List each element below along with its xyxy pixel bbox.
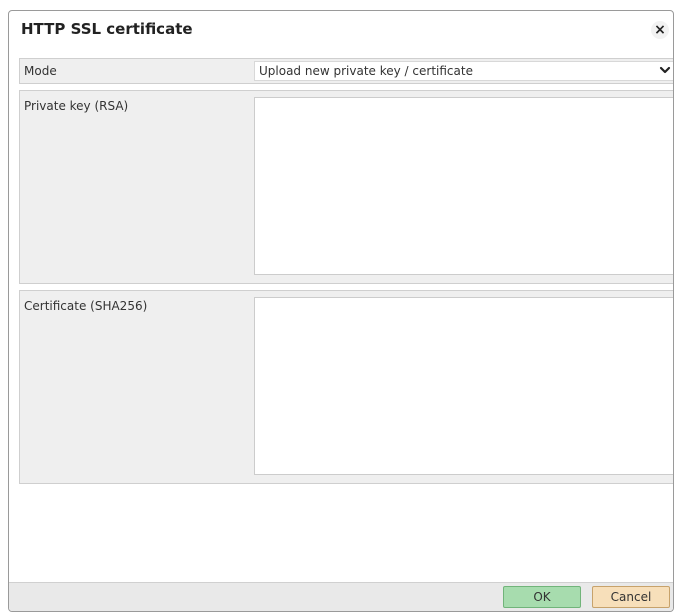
mode-select[interactable]: Upload new private key / certificate	[254, 61, 673, 81]
cancel-button[interactable]: Cancel	[592, 586, 670, 608]
private-key-label: Private key (RSA)	[24, 99, 129, 113]
close-icon[interactable]: ×	[651, 21, 669, 39]
certificate-row: Certificate (SHA256)	[19, 290, 673, 484]
mode-selected-value: Upload new private key / certificate	[259, 64, 473, 78]
dialog-title: HTTP SSL certificate	[21, 20, 193, 38]
certificate-textarea[interactable]	[254, 297, 673, 475]
ssl-certificate-dialog: HTTP SSL certificate × Mode Upload new p…	[8, 10, 674, 612]
mode-label: Mode	[24, 64, 57, 78]
dialog-titlebar: HTTP SSL certificate ×	[9, 11, 673, 49]
dialog-footer: OK Cancel	[9, 582, 673, 611]
mode-row: Mode Upload new private key / certificat…	[19, 58, 673, 84]
private-key-row: Private key (RSA)	[19, 90, 673, 284]
chevron-down-icon	[659, 66, 671, 74]
certificate-label: Certificate (SHA256)	[24, 299, 148, 313]
ok-button[interactable]: OK	[503, 586, 581, 608]
private-key-textarea[interactable]	[254, 97, 673, 275]
